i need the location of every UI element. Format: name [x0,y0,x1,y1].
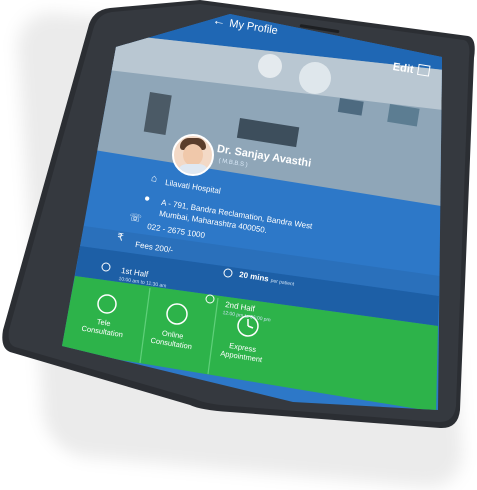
consult-duration: 20 mins per patient [238,270,295,288]
telephone-icon: ☏ [128,212,143,225]
tele-consultation-button[interactable]: Tele Consultation [67,313,139,342]
edit-icon [416,63,431,77]
doctor-degree: ( M.B.B.S ) [218,158,248,169]
location-pin-icon: ● [143,193,151,205]
online-consultation-button[interactable]: Online Consultation [136,325,208,354]
home-icon: ⌂ [150,173,158,185]
avatar [172,134,214,176]
express-appointment-button[interactable]: Express Appointment [206,338,278,367]
edit-label: Edit [391,60,415,77]
hospital-name: Lilavati Hospital [164,178,222,196]
rupee-icon: ₹ [116,232,125,244]
fees: Fees 200/- [134,240,174,255]
phone-device: ← My Profile Edit Dr. Sanjay Avasthi ( M.… [0,0,477,429]
